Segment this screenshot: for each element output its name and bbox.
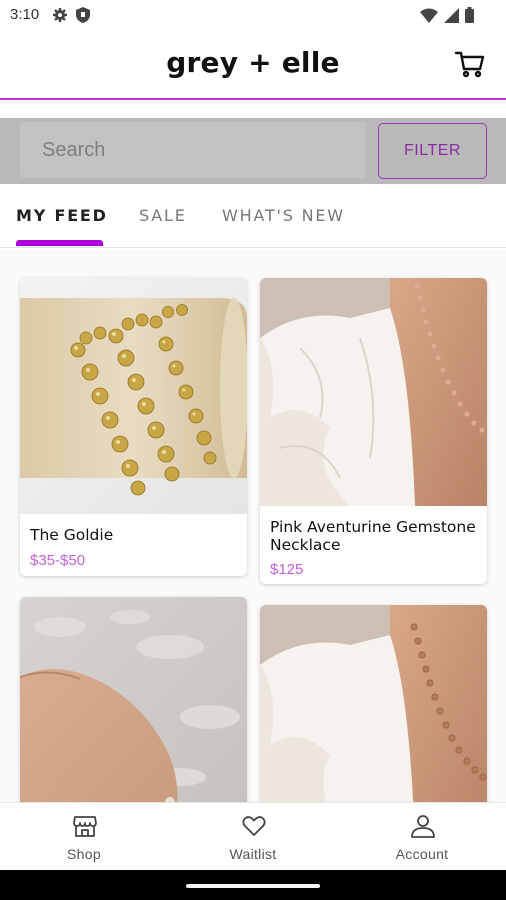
product-card[interactable] [20,597,247,802]
product-title: The Goldie [30,526,114,544]
product-image [260,605,487,802]
home-gesture-handle[interactable] [186,884,320,888]
product-image [260,278,487,506]
product-image [20,597,247,802]
search-input[interactable]: Search [20,122,366,178]
product-title: Pink Aventurine Gemstone Necklace [270,518,476,554]
status-time: 3:10 [10,6,40,23]
filter-button[interactable]: FILTER [378,123,487,179]
shield-icon [76,7,90,27]
bottom-nav: Shop Waitlist Account [0,802,506,870]
product-card[interactable] [260,605,487,802]
status-bar: 3:10 [0,0,506,32]
gear-icon [52,7,68,27]
search-bar: Search FILTER [0,118,506,184]
product-price: $125 [270,561,304,578]
nav-label: Shop [67,846,101,862]
nav-label: Waitlist [229,846,277,862]
app-title: grey + elle [166,46,340,79]
product-feed[interactable]: The Goldie $35-$50 Pink Aventurine Gemst… [0,250,506,802]
feed-tabs: MY FEED SALE WHAT'S NEW [0,186,506,248]
product-card[interactable]: Pink Aventurine Gemstone Necklace $125 [260,278,487,584]
wifi-icon [420,8,438,27]
system-gesture-bar [0,870,506,900]
app-header: grey + elle [0,32,506,100]
product-image [20,278,247,514]
tab-my-feed[interactable]: MY FEED [16,206,108,225]
tab-whats-new[interactable]: WHAT'S NEW [222,206,345,225]
cart-button[interactable] [454,48,486,80]
nav-waitlist[interactable]: Waitlist [203,803,303,871]
product-price: $35-$50 [30,552,86,569]
signal-icon [444,7,459,27]
nav-label: Account [395,846,449,862]
battery-icon [465,7,474,27]
active-tab-indicator [16,240,103,246]
nav-account[interactable]: Account [372,803,472,871]
product-card[interactable]: The Goldie $35-$50 [20,278,247,576]
cart-icon [454,51,486,84]
nav-shop[interactable]: Shop [34,803,134,871]
tab-sale[interactable]: SALE [139,206,187,225]
